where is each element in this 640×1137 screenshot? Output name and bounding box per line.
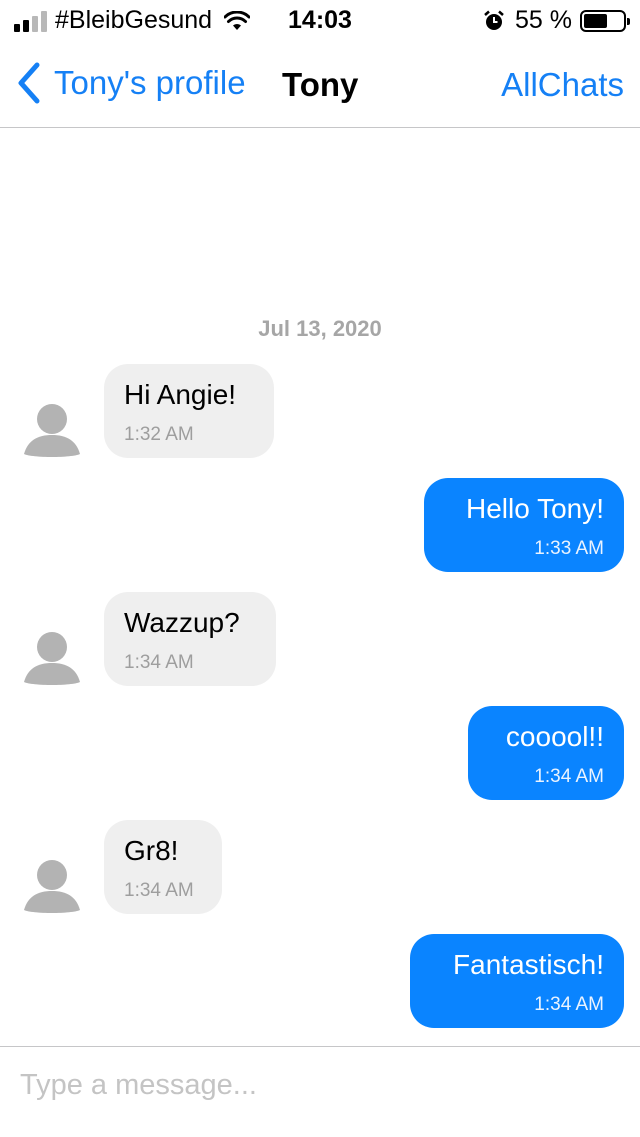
alarm-icon (484, 10, 504, 30)
message-composer (0, 1046, 640, 1137)
chevron-left-icon (18, 62, 40, 104)
message-text: Hello Tony! (465, 493, 604, 524)
navigation-bar: Tony's profile Tony AllChats (0, 40, 640, 128)
battery-percent: 55 % (515, 6, 572, 34)
person-avatar-icon (24, 632, 80, 685)
person-avatar-icon (24, 860, 80, 913)
message-text: Hi Angie! (124, 379, 237, 410)
message-text: cooool!! (505, 721, 604, 752)
message-time: 1:34 AM (534, 994, 604, 1015)
message-time: 1:32 AM (124, 424, 194, 445)
back-button[interactable]: Tony's profile (16, 62, 246, 104)
person-avatar-icon (24, 404, 80, 457)
date-header: Jul 13, 2020 (258, 316, 382, 341)
message-text: Fantastisch! (453, 949, 604, 980)
incoming-message-bubble[interactable]: Gr8! 1:34 AM (104, 820, 222, 914)
chat-title: Tony (282, 66, 359, 103)
outgoing-message-bubble[interactable]: cooool!! 1:34 AM (468, 706, 624, 800)
message-time: 1:33 AM (534, 538, 604, 559)
outgoing-message-bubble[interactable]: Fantastisch! 1:34 AM (410, 934, 624, 1028)
battery-icon (580, 9, 630, 32)
message-time: 1:34 AM (124, 880, 194, 901)
all-chats-button[interactable]: AllChats (501, 66, 624, 104)
message-input[interactable] (20, 1065, 620, 1105)
outgoing-message-bubble[interactable]: Hello Tony! 1:33 AM (424, 478, 624, 572)
status-right: 55 % (483, 6, 630, 35)
message-text: Gr8! (124, 835, 179, 866)
message-time: 1:34 AM (534, 766, 604, 787)
status-bar: #BleibGesund 14:03 55 % (0, 0, 640, 40)
back-label: Tony's profile (54, 64, 246, 101)
message-time: 1:34 AM (124, 652, 194, 673)
message-text: Wazzup? (124, 607, 240, 638)
incoming-message-bubble[interactable]: Wazzup? 1:34 AM (104, 592, 276, 686)
incoming-message-bubble[interactable]: Hi Angie! 1:32 AM (104, 364, 274, 458)
